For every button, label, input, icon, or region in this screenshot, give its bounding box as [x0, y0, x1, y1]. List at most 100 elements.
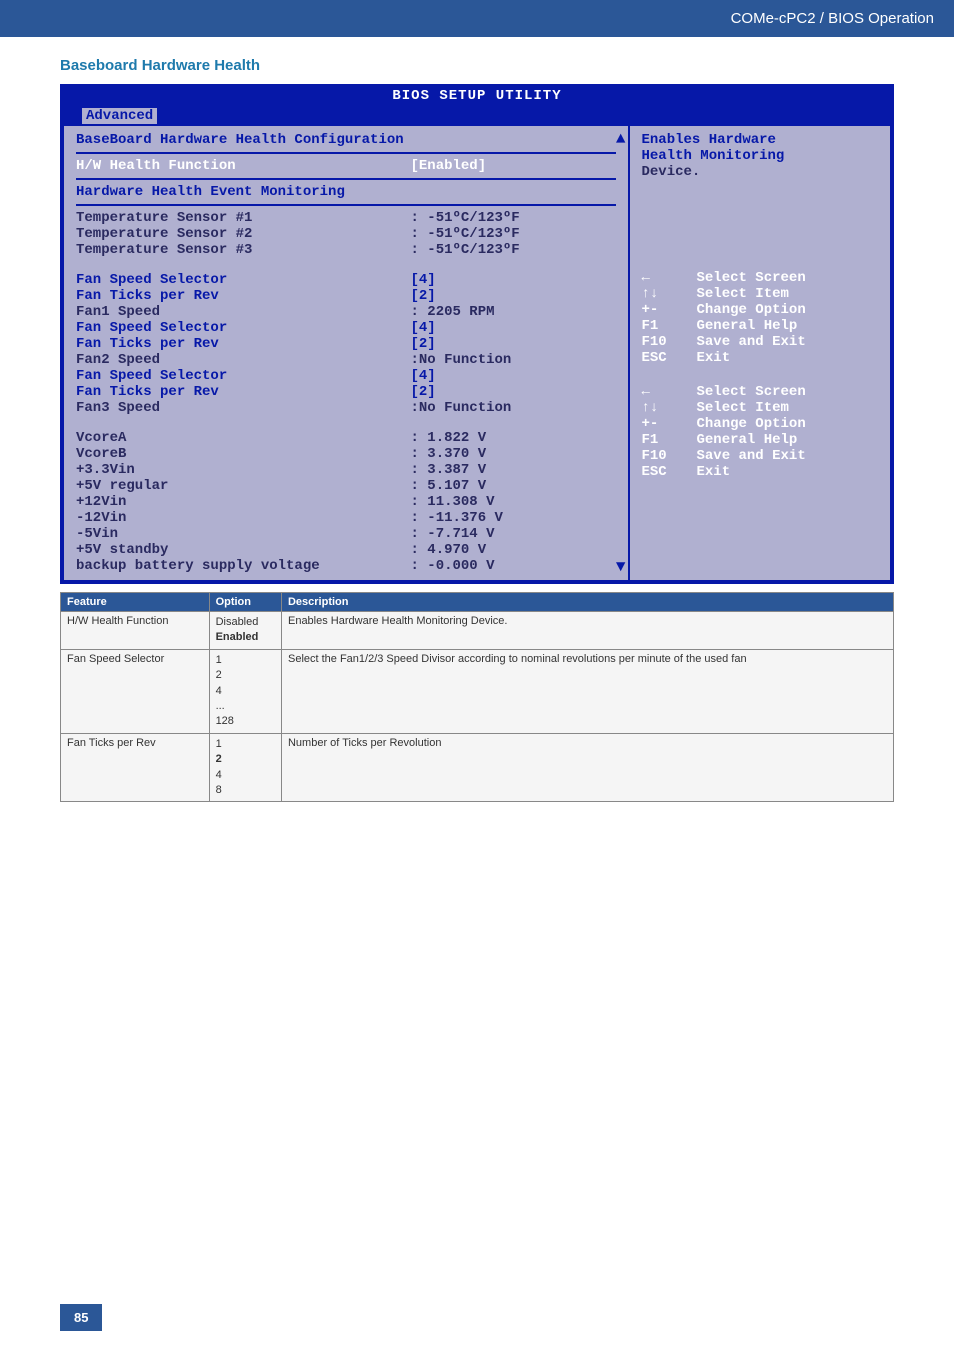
nav-key: ←	[642, 384, 697, 400]
nav-key: ↑↓	[642, 400, 697, 416]
scroll-up-arrow-icon: ▲	[616, 130, 626, 148]
nav-key: F1	[642, 432, 697, 448]
cell-feature: Fan Speed Selector	[61, 649, 210, 733]
fan-label[interactable]: Fan Ticks per Rev	[76, 384, 410, 400]
volt-label: backup battery supply voltage	[76, 558, 410, 574]
fan-label[interactable]: Fan Ticks per Rev	[76, 336, 410, 352]
nav-desc: General Help	[697, 432, 798, 448]
volt-label: +3.3Vin	[76, 462, 410, 478]
volt-value: : -0.000 V	[410, 558, 615, 574]
th-description: Description	[281, 593, 893, 612]
nav-desc: Save and Exit	[697, 334, 806, 350]
th-feature: Feature	[61, 593, 210, 612]
fan-value[interactable]: [2]	[410, 384, 615, 400]
feature-table: Feature Option Description H/W Health Fu…	[60, 592, 894, 802]
nav-key: +-	[642, 416, 697, 432]
heading-config: BaseBoard Hardware Health Configuration	[76, 132, 616, 148]
header-bar: COMe-cPC2 / BIOS Operation	[0, 0, 954, 37]
th-option: Option	[209, 593, 281, 612]
volt-value: : 1.822 V	[410, 430, 615, 446]
cell-option: 124...128	[209, 649, 281, 733]
nav-desc: Change Option	[697, 416, 806, 432]
fan-value: : 2205 RPM	[410, 304, 615, 320]
volt-label: VcoreB	[76, 446, 410, 462]
fan-value: :No Function	[410, 400, 615, 416]
bios-right-pane: Enables Hardware Health Monitoring Devic…	[630, 126, 893, 582]
nav-desc: Select Item	[697, 286, 789, 302]
nav-desc: Exit	[697, 464, 731, 480]
fan-value[interactable]: [2]	[410, 288, 615, 304]
heading-monitoring: Hardware Health Event Monitoring	[76, 184, 616, 200]
cell-description: Number of Ticks per Revolution	[281, 733, 893, 802]
help-line2: Health Monitoring	[642, 148, 879, 164]
volt-label: -5Vin	[76, 526, 410, 542]
temp-value: : -51ºC/123ºF	[410, 210, 615, 226]
temp-value: : -51ºC/123ºF	[410, 226, 615, 242]
temp-label: Temperature Sensor #2	[76, 226, 410, 242]
volt-value: : 3.370 V	[410, 446, 615, 462]
nav-desc: Select Screen	[697, 384, 806, 400]
tab-advanced[interactable]: Advanced	[82, 108, 157, 124]
nav-key: ESC	[642, 464, 697, 480]
volt-label: VcoreA	[76, 430, 410, 446]
cell-option: 1248	[209, 733, 281, 802]
section-title: Baseboard Hardware Health	[60, 57, 894, 74]
hw-func-label[interactable]: H/W Health Function	[76, 158, 410, 174]
temp-value: : -51ºC/123ºF	[410, 242, 615, 258]
nav-desc: Select Screen	[697, 270, 806, 286]
nav-key: ←	[642, 270, 697, 286]
volt-label: +5V regular	[76, 478, 410, 494]
fan-label: Fan2 Speed	[76, 352, 410, 368]
cell-feature: H/W Health Function	[61, 612, 210, 650]
nav-desc: General Help	[697, 318, 798, 334]
scroll-down-arrow-icon: ▼	[616, 558, 626, 576]
cell-option: DisabledEnabled	[209, 612, 281, 650]
nav-help-2: ←Select Screen↑↓Select Item+-Change Opti…	[642, 384, 879, 480]
nav-desc: Save and Exit	[697, 448, 806, 464]
fan-value[interactable]: [4]	[410, 272, 615, 288]
fan-value[interactable]: [2]	[410, 336, 615, 352]
nav-key: ↑↓	[642, 286, 697, 302]
cell-description: Select the Fan1/2/3 Speed Divisor accord…	[281, 649, 893, 733]
volt-value: : 3.387 V	[410, 462, 615, 478]
fan-label: Fan3 Speed	[76, 400, 410, 416]
fan-value[interactable]: [4]	[410, 320, 615, 336]
fan-label[interactable]: Fan Speed Selector	[76, 368, 410, 384]
cell-feature: Fan Ticks per Rev	[61, 733, 210, 802]
fan-label: Fan1 Speed	[76, 304, 410, 320]
nav-key: +-	[642, 302, 697, 318]
fan-label[interactable]: Fan Speed Selector	[76, 320, 410, 336]
fan-value[interactable]: [4]	[410, 368, 615, 384]
nav-desc: Change Option	[697, 302, 806, 318]
help-line1: Enables Hardware	[642, 132, 879, 148]
volt-value: : 11.308 V	[410, 494, 615, 510]
fan-label[interactable]: Fan Speed Selector	[76, 272, 410, 288]
volt-value: : 5.107 V	[410, 478, 615, 494]
volt-label: -12Vin	[76, 510, 410, 526]
volt-value: : 4.970 V	[410, 542, 615, 558]
hw-func-value[interactable]: [Enabled]	[410, 158, 615, 174]
volt-label: +12Vin	[76, 494, 410, 510]
bios-tabs: Advanced	[62, 106, 892, 126]
bios-title: BIOS SETUP UTILITY	[62, 86, 892, 106]
nav-desc: Exit	[697, 350, 731, 366]
bios-left-pane: ▲ ▼ BaseBoard Hardware Health Configurat…	[62, 126, 630, 582]
fan-value: :No Function	[410, 352, 615, 368]
nav-key: ESC	[642, 350, 697, 366]
bios-screenshot: BIOS SETUP UTILITY Advanced ▲ ▼ BaseBoar…	[60, 84, 894, 584]
page-number: 85	[60, 1304, 102, 1331]
breadcrumb: COMe-cPC2 / BIOS Operation	[731, 10, 934, 27]
fan-label[interactable]: Fan Ticks per Rev	[76, 288, 410, 304]
volt-label: +5V standby	[76, 542, 410, 558]
temp-label: Temperature Sensor #1	[76, 210, 410, 226]
nav-key: F10	[642, 334, 697, 350]
nav-desc: Select Item	[697, 400, 789, 416]
nav-help-1: ←Select Screen↑↓Select Item+-Change Opti…	[642, 270, 879, 366]
nav-key: F10	[642, 448, 697, 464]
help-line3: Device.	[642, 164, 879, 180]
cell-description: Enables Hardware Health Monitoring Devic…	[281, 612, 893, 650]
volt-value: : -11.376 V	[410, 510, 615, 526]
volt-value: : -7.714 V	[410, 526, 615, 542]
temp-label: Temperature Sensor #3	[76, 242, 410, 258]
nav-key: F1	[642, 318, 697, 334]
